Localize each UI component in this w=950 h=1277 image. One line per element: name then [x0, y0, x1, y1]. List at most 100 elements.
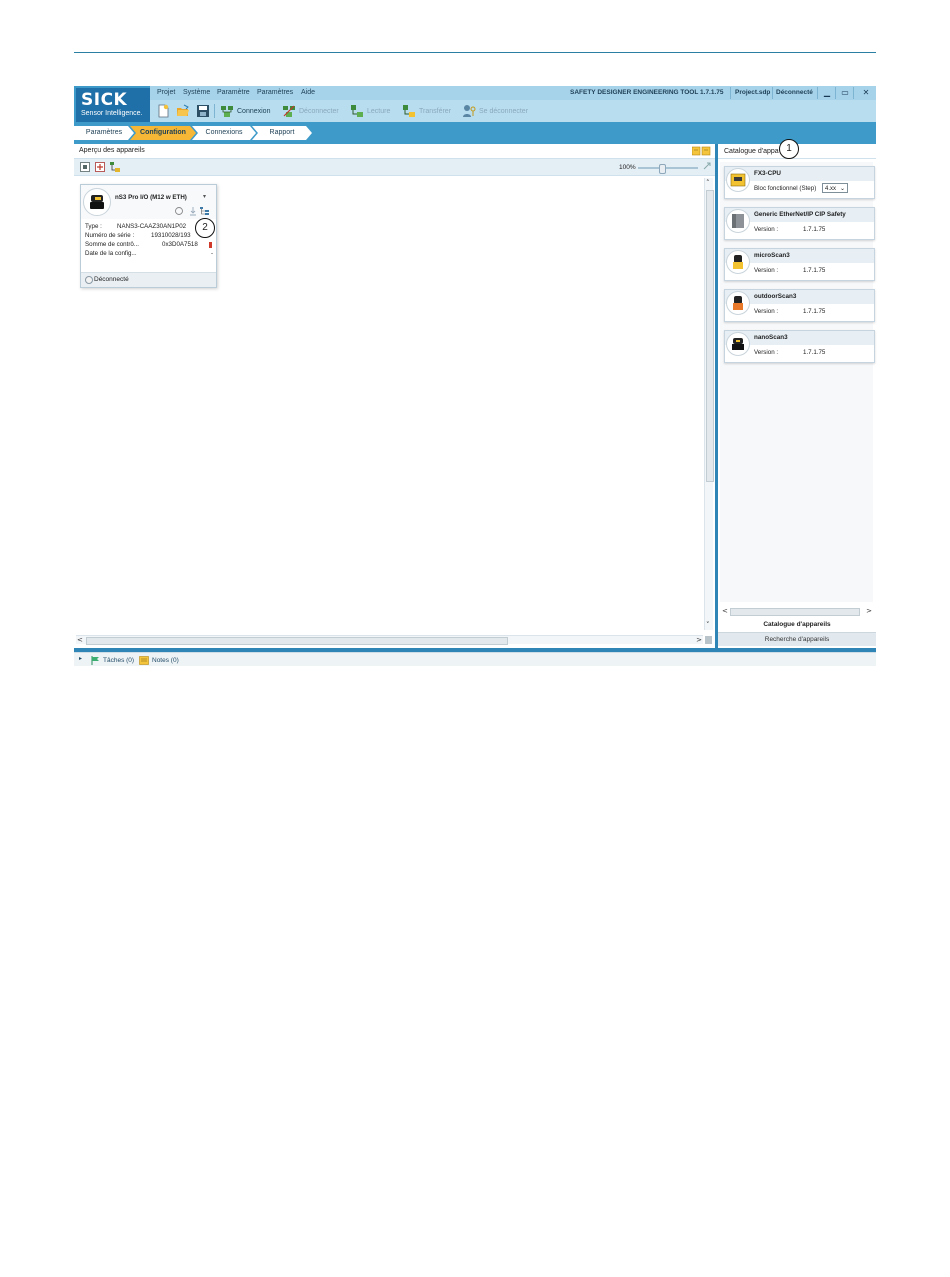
catalog-item-outdoorscan3[interactable]: outdoorScan3 Version : 1.7.1.75: [724, 289, 875, 322]
catalog-horizontal-scrollbar[interactable]: < >: [722, 607, 872, 616]
save-button[interactable]: [196, 104, 210, 118]
notes-icon[interactable]: [692, 146, 712, 156]
self-disconnect-label: Se déconnecter: [479, 107, 529, 115]
app-title: SAFETY DESIGNER ENGINEERING TOOL 1.7.1.7…: [570, 89, 724, 96]
panel-title: Aperçu des appareils: [79, 147, 145, 154]
generic-device-icon: [726, 209, 750, 233]
scroll-left-icon[interactable]: <: [77, 636, 83, 644]
device-type-value: NANS3-CAAZ30AN1P02: [117, 223, 187, 230]
new-project-button[interactable]: [156, 104, 170, 118]
close-button[interactable]: ✕: [859, 87, 873, 99]
separator: [853, 87, 854, 99]
zoom-fit-icon[interactable]: [703, 162, 712, 171]
disconnect-button[interactable]: Déconnecter: [282, 104, 339, 118]
nanoscan-device-icon: [83, 188, 111, 216]
transfer-button[interactable]: Transférer: [402, 104, 451, 118]
open-project-button[interactable]: [176, 104, 190, 118]
read-device-icon: [351, 105, 363, 117]
catalog-item-fx3-cpu[interactable]: FX3-CPU Bloc fonctionnel (Step) 4.xx ⌄: [724, 166, 875, 199]
scroll-right-icon[interactable]: >: [866, 607, 872, 615]
disconnect-label: Déconnecter: [299, 107, 339, 115]
catalog-item-name: outdoorScan3: [754, 293, 797, 300]
vertical-scroll-thumb[interactable]: [706, 190, 714, 482]
catalog-item-generic-ethernet-ip[interactable]: Generic EtherNet/IP CIP Safety Version :…: [724, 207, 875, 240]
network-tree-icon[interactable]: [110, 162, 120, 172]
device-status-text: Déconnecté: [94, 276, 129, 283]
tab-configuration[interactable]: Configuration: [130, 126, 196, 140]
vertical-scrollbar[interactable]: ˄ ˅: [704, 178, 714, 630]
separator: [835, 87, 836, 99]
separator: [730, 87, 731, 99]
flag-icon: [91, 656, 99, 665]
tab-rapport[interactable]: Rapport: [252, 126, 312, 140]
catalog-title: Catalogue d'appa: [724, 148, 779, 155]
menu-parametres[interactable]: Paramètres: [257, 89, 293, 96]
catalog-item-version: 1.7.1.75: [803, 349, 826, 356]
device-card-title: nS3 Pro I/O (M12 w ETH): [115, 194, 187, 201]
maximize-button[interactable]: ▭: [838, 87, 852, 99]
step-version-value: 4.xx: [825, 186, 837, 192]
page-top-rule: [74, 52, 876, 53]
scroll-right-icon[interactable]: >: [696, 636, 702, 644]
serial-number-row: Numéro de série : 19310028/193: [85, 232, 213, 241]
catalog-item-label: Bloc fonctionnel (Step): [754, 185, 817, 192]
add-device-icon[interactable]: [95, 162, 105, 172]
header: SICK Sensor Intelligence. Projet Système…: [74, 86, 876, 122]
download-icon[interactable]: [188, 206, 198, 216]
checksum-value: 0x3D0A7518: [162, 241, 198, 248]
config-date-row: Date de la config... -: [85, 250, 213, 259]
grid-view-icon[interactable]: [80, 162, 90, 172]
zoom-slider[interactable]: [638, 164, 698, 174]
horizontal-scroll-thumb[interactable]: [86, 637, 508, 645]
connection-status-icon: [85, 276, 93, 284]
notes-label: Notes (0): [152, 657, 179, 664]
checksum-warning-icon: [209, 242, 212, 248]
catalog-item-microscan3[interactable]: microScan3 Version : 1.7.1.75: [724, 248, 875, 281]
logo-wordmark: SICK: [81, 90, 128, 110]
separator: [817, 87, 818, 99]
catalog-item-version: 1.7.1.75: [803, 267, 826, 274]
catalog-item-nanoscan3[interactable]: nanoScan3 Version : 1.7.1.75: [724, 330, 875, 363]
scroll-down-icon[interactable]: ˅: [706, 621, 710, 629]
menu-parametre[interactable]: Paramètre: [217, 89, 250, 96]
zoom-slider-handle[interactable]: [659, 164, 666, 174]
tab-connexions[interactable]: Connexions: [192, 126, 256, 140]
config-date-value: -: [210, 250, 213, 257]
step-version-select[interactable]: 4.xx ⌄: [822, 183, 848, 193]
catalog-scroll-thumb[interactable]: [730, 608, 860, 616]
tab-device-search[interactable]: Recherche d'appareils: [718, 632, 876, 646]
project-file-name: Project.sdp: [735, 89, 771, 96]
device-status-bar: Déconnecté: [81, 272, 216, 287]
device-card[interactable]: nS3 Pro I/O (M12 w ETH) ▾ Type : NANS3-C…: [80, 184, 217, 288]
menu-aide[interactable]: Aide: [301, 89, 315, 96]
minimize-button[interactable]: ▁: [820, 87, 834, 99]
sick-logo: SICK Sensor Intelligence.: [76, 88, 150, 122]
read-button[interactable]: Lecture: [350, 104, 390, 118]
serial-number-value: 19310028/193: [151, 232, 191, 239]
checksum-label: Somme de contrô...: [85, 241, 139, 248]
connect-button[interactable]: Connexion: [220, 104, 270, 118]
tab-device-catalog[interactable]: Catalogue d'appareils: [718, 619, 876, 631]
tasks-button[interactable]: Tâches (0): [91, 656, 134, 665]
horizontal-scrollbar[interactable]: < >: [76, 635, 703, 645]
expand-arrow-icon[interactable]: ▸: [79, 655, 82, 662]
scroll-up-icon[interactable]: ˄: [706, 179, 710, 187]
menu-systeme[interactable]: Système: [183, 89, 210, 96]
network-connect-icon: [221, 106, 233, 117]
notes-button[interactable]: Notes (0): [139, 656, 179, 665]
device-canvas[interactable]: nS3 Pro I/O (M12 w ETH) ▾ Type : NANS3-C…: [74, 176, 715, 648]
scroll-left-icon[interactable]: <: [722, 607, 728, 615]
chevron-down-icon[interactable]: ▾: [203, 193, 206, 200]
menu-projet[interactable]: Projet: [157, 89, 175, 96]
self-disconnect-button[interactable]: Se déconnecter: [462, 104, 528, 118]
tree-settings-icon[interactable]: [200, 206, 210, 216]
tab-parametres[interactable]: Paramètres: [74, 126, 134, 140]
nanoscan3-icon: [726, 332, 750, 356]
refresh-icon[interactable]: [174, 206, 184, 216]
open-folder-icon: [177, 104, 189, 116]
connection-state: Déconnecté: [776, 89, 813, 96]
device-card-header: nS3 Pro I/O (M12 w ETH) ▾: [81, 185, 216, 219]
toolbar: Connexion Déconnecter Lecture Transférer…: [150, 100, 876, 122]
status-bar: ▸ Tâches (0) Notes (0): [74, 652, 876, 666]
callout-2: 2: [195, 218, 215, 238]
